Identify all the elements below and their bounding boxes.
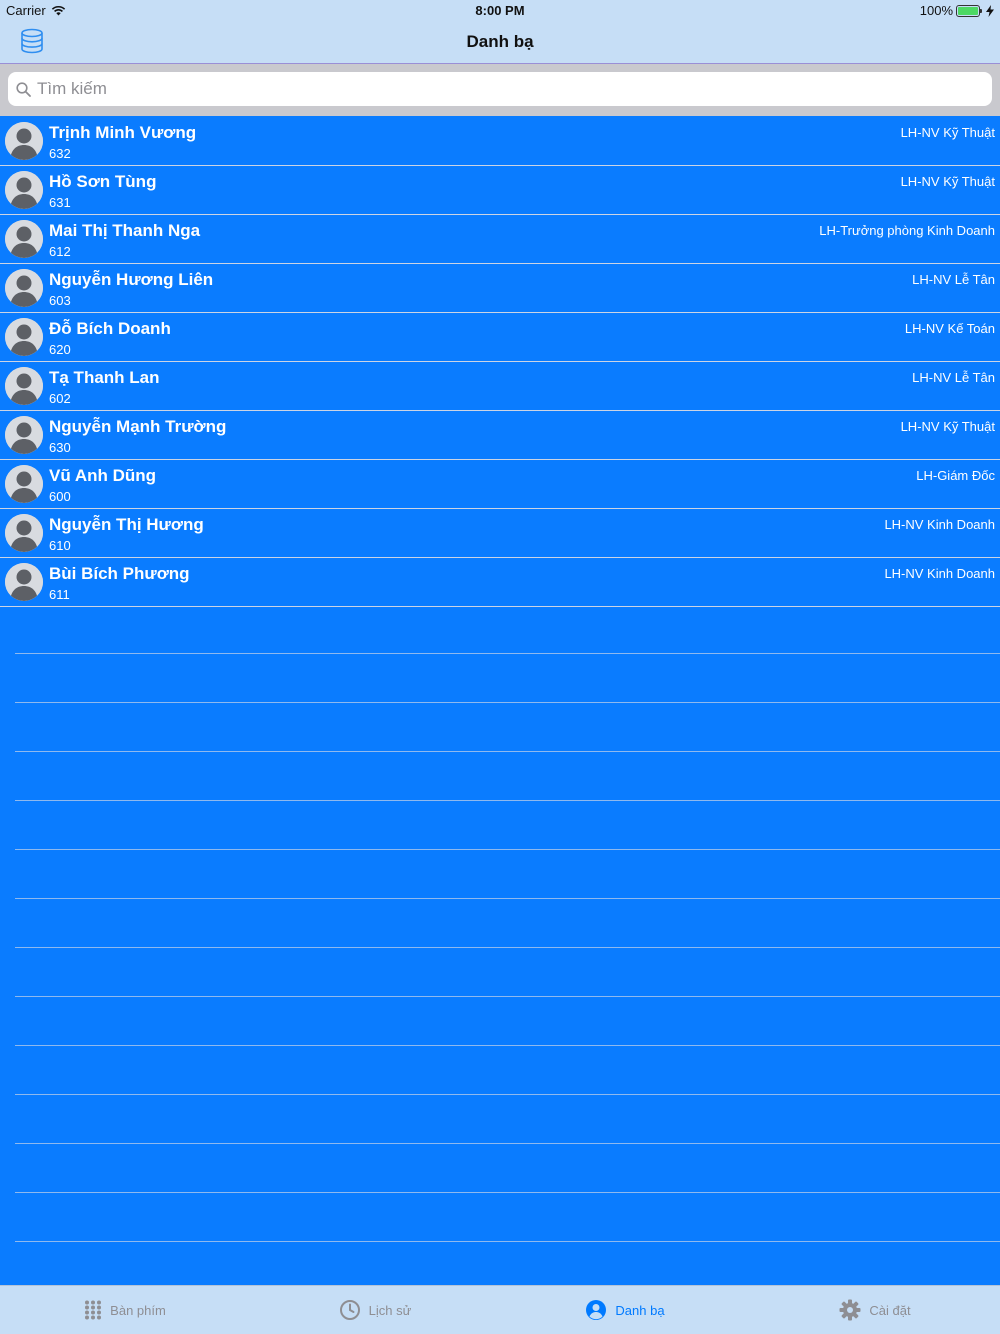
charging-icon — [986, 4, 994, 17]
empty-row-separator — [15, 1192, 1000, 1193]
contact-extension: 630 — [49, 440, 71, 455]
empty-row-separator — [15, 996, 1000, 997]
contact-department: LH-NV Lễ Tân — [912, 370, 995, 385]
contact-extension: 620 — [49, 342, 71, 357]
person-silhouette-icon — [5, 416, 43, 454]
avatar — [5, 122, 43, 160]
contact-department: LH-Giám Đốc — [916, 468, 995, 483]
contact-extension: 600 — [49, 489, 71, 504]
avatar — [5, 563, 43, 601]
contact-name: Mai Thị Thanh Nga — [49, 221, 201, 240]
contact-row[interactable]: Hồ Sơn Tùng 631 LH-NV Kỹ Thuật — [0, 166, 1000, 215]
contact-extension: 603 — [49, 293, 71, 308]
contact-extension: 602 — [49, 391, 71, 406]
tab-label: Lịch sử — [368, 1302, 412, 1318]
person-silhouette-icon — [5, 465, 43, 503]
empty-row-separator — [15, 1241, 1000, 1242]
tab-label: Cài đặt — [869, 1302, 911, 1318]
keypad-icon — [84, 1300, 102, 1320]
empty-row-separator — [15, 751, 1000, 752]
avatar — [5, 416, 43, 454]
contact-row[interactable]: Nguyễn Hương Liên 603 LH-NV Lễ Tân — [0, 264, 1000, 313]
contact-row[interactable]: Đỗ Bích Doanh 620 LH-NV Kế Toán — [0, 313, 1000, 362]
contact-department: LH-NV Kế Toán — [904, 321, 995, 336]
contact-name: Nguyễn Hương Liên — [49, 270, 214, 289]
search-icon — [16, 81, 31, 97]
empty-row-separator — [15, 947, 1000, 948]
avatar — [5, 465, 43, 503]
contact-name: Bùi Bích Phương — [49, 564, 190, 583]
contact-extension: 632 — [49, 146, 71, 161]
avatar — [5, 269, 43, 307]
contact-extension: 631 — [49, 195, 71, 210]
contact-row[interactable]: Mai Thị Thanh Nga 612 LH-Trưởng phòng Ki… — [0, 215, 1000, 264]
contact-name: Nguyễn Thị Hương — [49, 515, 204, 534]
contact-department: LH-NV Kỹ Thuật — [900, 174, 995, 189]
person-silhouette-icon — [5, 171, 43, 209]
avatar — [5, 367, 43, 405]
contact-name: Tạ Thanh Lan — [49, 368, 160, 387]
person-silhouette-icon — [5, 318, 43, 356]
tab-label: Danh bạ — [615, 1302, 665, 1318]
person-silhouette-icon — [5, 563, 43, 601]
contact-name: Hồ Sơn Tùng — [49, 172, 157, 191]
contact-department: LH-NV Kinh Doanh — [884, 517, 995, 532]
empty-row-separator — [15, 849, 1000, 850]
contact-name: Vũ Anh Dũng — [49, 466, 157, 485]
tab-clock[interactable]: Lịch sử — [250, 1286, 500, 1334]
person-silhouette-icon — [5, 514, 43, 552]
contact-department: LH-NV Kinh Doanh — [884, 566, 995, 581]
contact-list: Trịnh Minh Vương 632 LH-NV Kỹ Thuật Hồ S… — [0, 117, 1000, 607]
contact-name: Nguyễn Mạnh Trường — [49, 417, 227, 436]
contact-name: Đỗ Bích Doanh — [49, 319, 171, 338]
status-battery: 100% — [920, 3, 994, 18]
contact-row[interactable]: Trịnh Minh Vương 632 LH-NV Kỹ Thuật — [0, 117, 1000, 166]
contact-row[interactable]: Nguyễn Mạnh Trường 630 LH-NV Kỹ Thuật — [0, 411, 1000, 460]
tab-bar: Bàn phím Lịch sử Danh bạ Cài đặt — [0, 1285, 1000, 1334]
person-silhouette-icon — [5, 367, 43, 405]
contact-name: Trịnh Minh Vương — [49, 123, 197, 142]
contact-row[interactable]: Tạ Thanh Lan 602 LH-NV Lễ Tân — [0, 362, 1000, 411]
clock-icon — [339, 1299, 361, 1321]
empty-row-separator — [15, 702, 1000, 703]
empty-row-separator — [15, 800, 1000, 801]
status-time: 8:00 PM — [475, 3, 525, 18]
tab-keypad[interactable]: Bàn phím — [0, 1286, 250, 1334]
contacts-icon — [585, 1299, 607, 1321]
person-silhouette-icon — [5, 220, 43, 258]
tab-gear[interactable]: Cài đặt — [750, 1286, 1000, 1334]
empty-row-separator — [15, 653, 1000, 654]
empty-list-area — [0, 605, 1000, 1285]
empty-row-separator — [15, 898, 1000, 899]
contact-department: LH-Trưởng phòng Kinh Doanh — [819, 223, 995, 238]
tab-label: Bàn phím — [110, 1302, 166, 1318]
battery-icon — [956, 4, 982, 17]
contact-extension: 612 — [49, 244, 71, 259]
contact-extension: 610 — [49, 538, 71, 553]
empty-row-separator — [15, 1045, 1000, 1046]
gear-icon — [839, 1299, 861, 1321]
contact-row[interactable]: Vũ Anh Dũng 600 LH-Giám Đốc — [0, 460, 1000, 509]
avatar — [5, 318, 43, 356]
contact-row[interactable]: Bùi Bích Phương 611 LH-NV Kinh Doanh — [0, 558, 1000, 607]
navigation-bar: Carrier 8:00 PM 100% Danh bạ — [0, 0, 1000, 64]
tab-contacts[interactable]: Danh bạ — [500, 1286, 750, 1334]
avatar — [5, 220, 43, 258]
search-input[interactable] — [37, 79, 992, 99]
avatar — [5, 514, 43, 552]
contact-department: LH-NV Lễ Tân — [912, 272, 995, 287]
person-silhouette-icon — [5, 122, 43, 160]
contact-row[interactable]: Nguyễn Thị Hương 610 LH-NV Kinh Doanh — [0, 509, 1000, 558]
search-field[interactable] — [8, 72, 992, 106]
contact-extension: 611 — [49, 587, 70, 602]
person-silhouette-icon — [5, 269, 43, 307]
contact-department: LH-NV Kỹ Thuật — [900, 419, 995, 434]
search-bar — [0, 64, 1000, 116]
empty-row-separator — [15, 1094, 1000, 1095]
battery-percent: 100% — [919, 3, 953, 18]
contact-department: LH-NV Kỹ Thuật — [900, 125, 995, 140]
avatar — [5, 171, 43, 209]
page-title: Danh bạ — [466, 32, 534, 51]
empty-row-separator — [15, 1143, 1000, 1144]
